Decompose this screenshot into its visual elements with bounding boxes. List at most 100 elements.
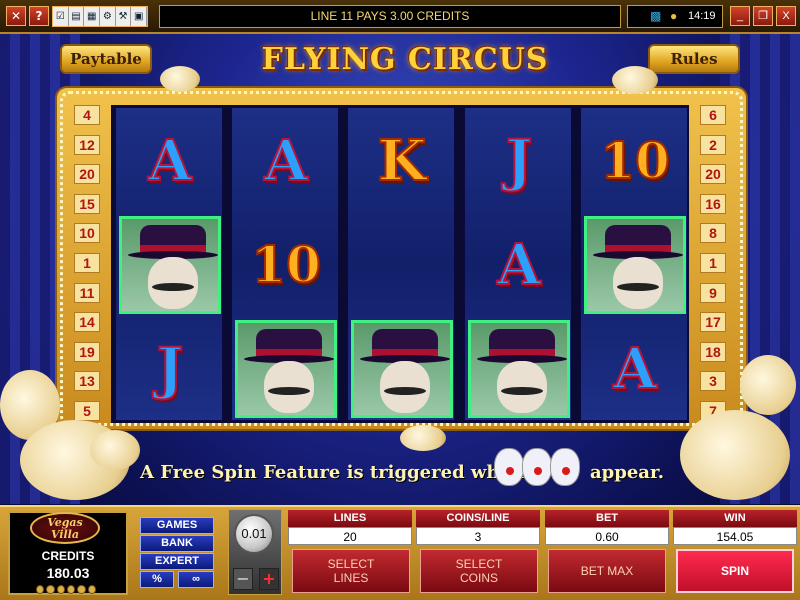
payline-marker[interactable]: 17 xyxy=(700,312,726,333)
game-title: FLYING CIRCUS xyxy=(261,42,549,77)
message-display: LINE 11 PAYS 3.00 CREDITS xyxy=(159,5,621,28)
paytable-button[interactable]: Paytable xyxy=(60,44,152,74)
reel-1: AJ xyxy=(115,107,223,421)
popcorn-decoration xyxy=(90,430,140,470)
symbol-label: J xyxy=(505,128,533,194)
payline-marker[interactable]: 18 xyxy=(700,341,726,362)
ringmaster-wild-symbol xyxy=(116,213,224,317)
select-lines-button[interactable]: SELECT LINES xyxy=(292,549,410,593)
reel-3: K xyxy=(347,107,455,421)
symbol-label: A xyxy=(263,128,308,194)
percent-button[interactable]: % xyxy=(140,571,174,588)
payline-marker[interactable]: 15 xyxy=(74,193,100,214)
ringmaster-wild-symbol xyxy=(232,317,340,421)
decrease-coin-button[interactable]: − xyxy=(233,568,253,590)
payline-marker[interactable]: 19 xyxy=(74,341,100,362)
payline-marker[interactable]: 11 xyxy=(74,282,100,303)
checklist-icon[interactable]: ☑ xyxy=(53,7,69,26)
popcorn-decoration xyxy=(400,425,446,451)
tools-icon[interactable]: ⚒ xyxy=(116,7,132,26)
ringmaster-wild-symbol xyxy=(465,317,573,421)
reel-symbol: A xyxy=(232,109,340,213)
select-coins-button[interactable]: SELECT COINS xyxy=(420,549,538,593)
payline-marker[interactable]: 20 xyxy=(74,164,100,185)
reel-symbol: J xyxy=(116,317,224,421)
symbol-label: A xyxy=(147,128,192,194)
popcorn-decoration xyxy=(740,355,796,415)
coin-value[interactable]: 0.01 xyxy=(234,514,274,554)
symbol-label: A xyxy=(496,232,541,298)
bet-value: 0.60 xyxy=(545,527,669,545)
ringmaster-wild-symbol xyxy=(581,213,689,317)
win-value: 154.05 xyxy=(673,527,797,545)
credits-label: CREDITS xyxy=(41,549,95,563)
reel-4: JA xyxy=(464,107,572,421)
bank-button[interactable]: BANK xyxy=(140,535,214,552)
status-display: ▩ ● 14:19 xyxy=(627,5,723,28)
lines-label: LINES xyxy=(288,510,412,527)
win-label: WIN xyxy=(673,510,797,527)
spin-button[interactable]: SPIN xyxy=(676,549,794,593)
coins-per-line-label: COINS/LINE xyxy=(416,510,540,527)
reel-symbol: 10 xyxy=(232,213,340,317)
payline-marker[interactable]: 6 xyxy=(700,105,726,125)
payline-marker[interactable]: 1 xyxy=(700,253,726,273)
coins-per-line-value: 3 xyxy=(416,527,540,545)
symbol-label: J xyxy=(156,336,184,402)
screen-icon[interactable]: ▣ xyxy=(131,7,148,26)
popcorn-decoration xyxy=(612,66,658,94)
chart-icon[interactable]: ▤ xyxy=(69,7,85,26)
coin-dots xyxy=(36,585,96,595)
payline-marker[interactable]: 8 xyxy=(700,223,726,244)
payline-marker[interactable]: 2 xyxy=(700,134,726,155)
help-button[interactable]: ? xyxy=(29,6,49,26)
payline-marker[interactable]: 9 xyxy=(700,282,726,303)
payline-marker[interactable]: 10 xyxy=(74,223,100,244)
credits-value: 180.03 xyxy=(46,565,90,581)
reel-symbol: 10 xyxy=(581,109,689,213)
rules-button[interactable]: Rules xyxy=(648,44,740,74)
reel-symbol: A xyxy=(465,213,573,317)
slot-game-window: ✕ ? ☑ ▤ ▦ ⚙ ⚒ ▣ LINE 11 PAYS 3.00 CREDIT… xyxy=(0,0,800,600)
payline-marker[interactable]: 16 xyxy=(700,193,726,214)
payline-marker[interactable]: 3 xyxy=(700,371,726,392)
toolbar-icons: ☑ ▤ ▦ ⚙ ⚒ ▣ xyxy=(52,6,148,27)
maximize-button[interactable]: ❐ xyxy=(753,6,773,26)
lines-value: 20 xyxy=(288,527,412,545)
graph-icon[interactable]: ▦ xyxy=(84,7,101,26)
payline-marker[interactable]: 14 xyxy=(74,312,100,333)
window-close-button[interactable]: X xyxy=(776,6,796,26)
reel-symbol: A xyxy=(581,317,689,421)
payline-marker[interactable]: 12 xyxy=(74,134,100,155)
symbol-label: A xyxy=(612,336,657,402)
bet-label: BET xyxy=(545,510,669,527)
bet-max-button[interactable]: BET MAX xyxy=(548,549,666,593)
clock-time: 14:19 xyxy=(688,10,716,22)
empty-reel-cell xyxy=(348,213,456,317)
money-bag-icon: ● xyxy=(670,9,678,23)
reel-symbol: A xyxy=(116,109,224,213)
payline-marker[interactable]: 13 xyxy=(74,371,100,392)
settings-icon[interactable]: ⚙ xyxy=(100,7,116,26)
sound-icon[interactable]: ∞ xyxy=(178,571,214,588)
symbol-label: 10 xyxy=(250,235,322,294)
expert-button[interactable]: EXPERT xyxy=(140,553,214,570)
reel-symbol: K xyxy=(348,109,456,213)
reel-5: 10 A xyxy=(580,107,688,421)
ringmaster-wild-symbol xyxy=(348,317,456,421)
clown-scatter-icon xyxy=(492,448,586,488)
games-button[interactable]: GAMES xyxy=(140,517,214,534)
reel-symbol: J xyxy=(465,109,573,213)
close-icon[interactable]: ✕ xyxy=(6,6,26,26)
payline-marker[interactable]: 1 xyxy=(74,253,100,273)
feature-text: A Free Spin Feature is triggered when xyxy=(140,462,525,483)
increase-coin-button[interactable]: + xyxy=(259,568,279,590)
payline-marker[interactable]: 20 xyxy=(700,164,726,185)
popcorn-decoration xyxy=(680,410,790,500)
payline-marker[interactable]: 4 xyxy=(74,105,100,125)
payline-marker[interactable]: 5 xyxy=(74,401,100,421)
top-bar: ✕ ? ☑ ▤ ▦ ⚙ ⚒ ▣ LINE 11 PAYS 3.00 CREDIT… xyxy=(0,0,800,34)
popcorn-decoration xyxy=(160,66,200,92)
minimize-button[interactable]: _ xyxy=(730,6,750,26)
symbol-label: 10 xyxy=(599,131,671,190)
